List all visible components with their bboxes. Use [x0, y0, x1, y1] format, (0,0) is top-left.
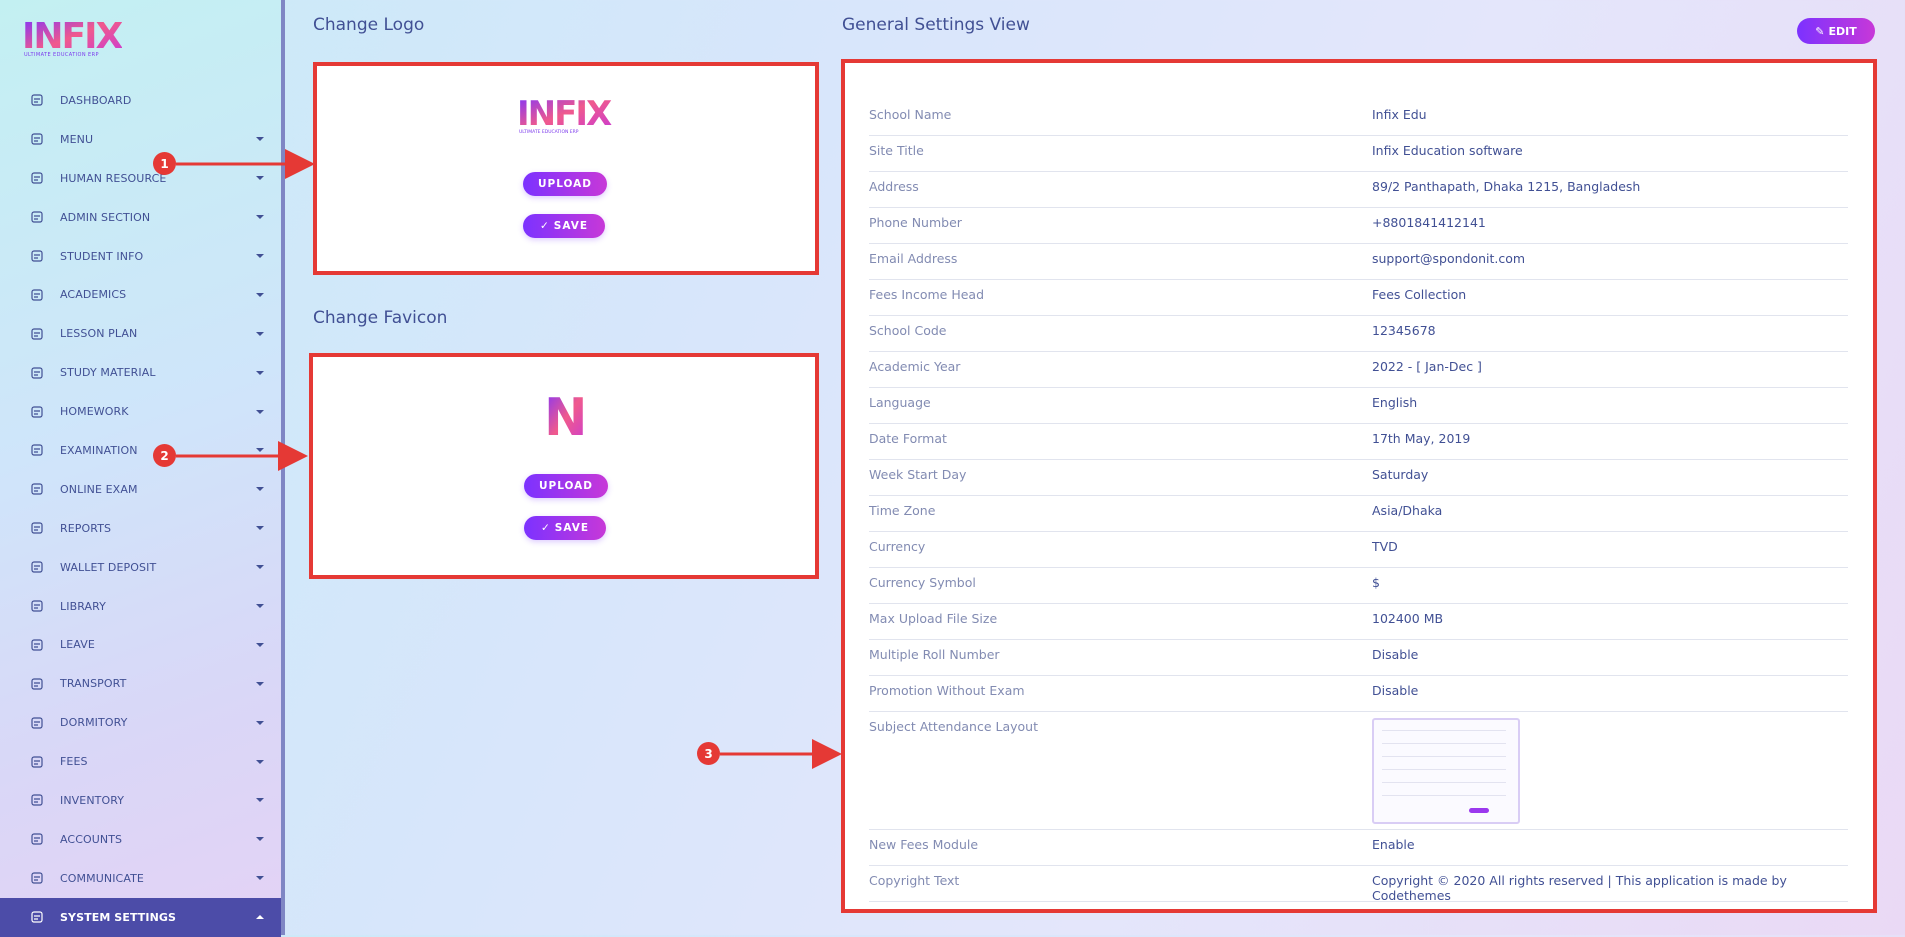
- annotation-badge-1: 1: [153, 152, 176, 175]
- annotation-arrows: [176, 149, 842, 769]
- annotation-badge-2: 2: [153, 444, 176, 467]
- annotation-badge-3: 3: [697, 742, 720, 765]
